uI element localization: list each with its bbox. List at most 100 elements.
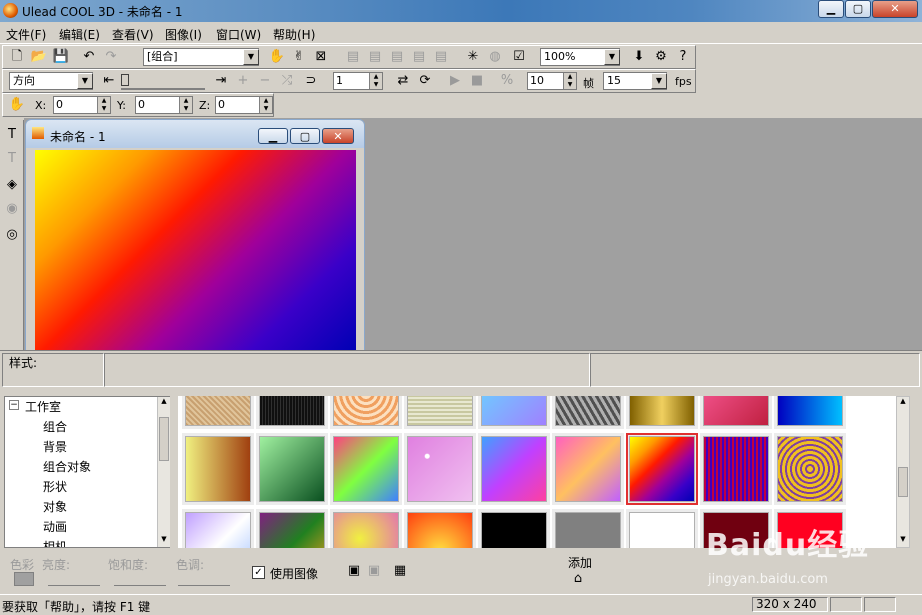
edit-text-icon[interactable]: T <box>2 150 22 168</box>
thumb-multicolor[interactable] <box>256 509 328 548</box>
tree-item-animation[interactable]: 动画 <box>43 518 67 535</box>
thumb-dark-texture[interactable] <box>256 396 328 429</box>
layer-icon-2[interactable]: ▤ <box>365 48 385 66</box>
percent-icon[interactable]: % <box>497 72 517 90</box>
scroll-up-icon[interactable]: ▲ <box>159 397 169 409</box>
insert-geometry-icon[interactable]: ◈ <box>2 176 22 194</box>
minimize-button[interactable]: ▁ <box>818 0 844 18</box>
layer-icon-4[interactable]: ▤ <box>409 48 429 66</box>
preferences-icon[interactable]: ⚙ <box>651 48 671 66</box>
scroll-up-icon[interactable]: ▲ <box>898 397 908 409</box>
zoom-combo[interactable]: 100% ▼ <box>540 48 620 66</box>
spin-arrows-icon[interactable]: ▲ ▼ <box>259 97 272 113</box>
repeat-icon[interactable]: ⟳ <box>415 72 435 90</box>
thumb-linen[interactable] <box>404 396 476 429</box>
thumb-blue[interactable] <box>774 396 846 429</box>
tree-scrollbar[interactable]: ▲ ▼ <box>157 397 170 547</box>
hand-icon[interactable]: ✋ <box>267 48 287 66</box>
y-position-input[interactable]: 0 ▲ ▼ <box>135 96 193 114</box>
load-image-icon[interactable]: ▣ <box>344 562 364 580</box>
menu-help[interactable]: 帮助(H) <box>273 26 315 43</box>
tree-item-camera[interactable]: 相机 <box>43 538 67 547</box>
stop-icon[interactable]: ■ <box>467 72 487 90</box>
tree-item-object[interactable]: 对象 <box>43 498 67 515</box>
doc-close-button[interactable]: ✕ <box>322 128 354 144</box>
thumb-rainbow[interactable] <box>330 433 402 505</box>
chart-icon[interactable]: ☑ <box>509 48 529 66</box>
x-position-input[interactable]: 0 ▲ ▼ <box>53 96 111 114</box>
play-icon[interactable]: ▶ <box>445 72 465 90</box>
tree-collapse-icon[interactable]: − <box>9 400 19 410</box>
layer-icon-3[interactable]: ▤ <box>387 48 407 66</box>
thumb-metal-stripes[interactable] <box>552 396 624 429</box>
hue-slider[interactable] <box>178 572 230 586</box>
thumb-pink[interactable] <box>700 396 772 429</box>
fit-view-icon[interactable]: ⊠ <box>311 48 331 66</box>
save-icon[interactable]: 💾 <box>51 48 71 66</box>
redo-icon[interactable]: ↷ <box>101 48 121 66</box>
app-icon[interactable] <box>3 3 18 18</box>
image-options-icon[interactable]: ▦ <box>390 562 410 580</box>
edit-geometry-icon[interactable]: ◉ <box>2 200 22 218</box>
thumb-yellow-brown[interactable] <box>182 433 254 505</box>
menu-file[interactable]: 文件(F) <box>6 26 46 43</box>
close-button[interactable]: ✕ <box>872 0 918 18</box>
thumb-black[interactable] <box>478 509 550 548</box>
spin-arrows-icon[interactable]: ▲ ▼ <box>179 97 192 113</box>
rotate-hand-icon[interactable]: ✌ <box>289 48 309 66</box>
thumb-pastel[interactable] <box>552 433 624 505</box>
chevron-down-icon[interactable]: ▼ <box>651 73 667 89</box>
doc-maximize-button[interactable]: ▢ <box>290 128 320 144</box>
edit-image-icon[interactable]: ▣ <box>364 562 384 580</box>
add-keyframe-icon[interactable]: + <box>233 72 253 90</box>
tree-item-group-object[interactable]: 组合对象 <box>43 458 91 475</box>
timeline-slider[interactable] <box>121 74 205 90</box>
frame-number-input[interactable]: 1 ▲ ▼ <box>333 72 383 90</box>
use-image-checkbox[interactable]: ✓ <box>252 566 265 579</box>
menu-image[interactable]: 图像(I) <box>165 26 202 43</box>
thumb-red-blue-stripes[interactable] <box>700 433 772 505</box>
thumb-orange-pattern[interactable] <box>330 396 402 429</box>
pingpong-icon[interactable]: ⇄ <box>393 72 413 90</box>
thumb-burlap[interactable] <box>182 396 254 429</box>
undo-icon[interactable]: ↶ <box>79 48 99 66</box>
scroll-down-icon[interactable]: ▼ <box>898 535 908 547</box>
spin-arrows-icon[interactable]: ▲ ▼ <box>369 73 382 89</box>
thumb-yellow-pink[interactable] <box>330 509 402 548</box>
thumb-lavender[interactable] <box>182 509 254 548</box>
doc-minimize-button[interactable]: ▁ <box>258 128 288 144</box>
globe-icon[interactable]: ◍ <box>485 48 505 66</box>
insert-text-icon[interactable]: T <box>2 126 22 144</box>
insert-image-icon[interactable]: ◎ <box>2 226 22 244</box>
reverse-keyframe-icon[interactable]: ⤮ <box>277 72 297 90</box>
tree-item-background[interactable]: 背景 <box>43 438 67 455</box>
thumb-pink-sparkle[interactable] <box>404 433 476 505</box>
gallery-scrollbar[interactable]: ▲ ▼ <box>896 396 910 548</box>
layer-icon-1[interactable]: ▤ <box>343 48 363 66</box>
layer-icon-5[interactable]: ▤ <box>431 48 451 66</box>
chevron-down-icon[interactable]: ▼ <box>604 49 620 65</box>
thumb-blue-magenta[interactable] <box>478 433 550 505</box>
tree-root[interactable]: 工作室 <box>25 398 61 415</box>
new-file-icon[interactable]: 🗋 <box>7 48 27 66</box>
help-pointer-icon[interactable]: ? <box>673 48 693 66</box>
thumb-green[interactable] <box>256 433 328 505</box>
spin-arrows-icon[interactable]: ▲ ▼ <box>97 97 110 113</box>
gallery-scroll-thumb[interactable] <box>898 467 908 497</box>
position-hand-icon[interactable]: ✋ <box>7 96 27 114</box>
fps-combo[interactable]: 15 ▼ <box>603 72 667 90</box>
saturation-slider[interactable] <box>114 572 166 586</box>
thumb-cyan-purple[interactable] <box>478 396 550 429</box>
menu-window[interactable]: 窗口(W) <box>216 26 261 43</box>
light-icon[interactable]: ✳ <box>463 48 483 66</box>
add-to-gallery-icon[interactable]: ⌂ <box>568 570 588 588</box>
render-canvas[interactable] <box>35 150 356 350</box>
direction-combo[interactable]: 方向 ▼ <box>9 72 93 90</box>
spin-arrows-icon[interactable]: ▲ ▼ <box>563 73 576 89</box>
loop-icon[interactable]: ⊃ <box>301 72 321 90</box>
thumb-fire[interactable] <box>404 509 476 548</box>
chevron-down-icon[interactable]: ▼ <box>243 49 259 65</box>
brightness-slider[interactable] <box>48 572 100 586</box>
chevron-down-icon[interactable]: ▼ <box>77 73 93 89</box>
maximize-button[interactable]: ▢ <box>845 0 871 18</box>
